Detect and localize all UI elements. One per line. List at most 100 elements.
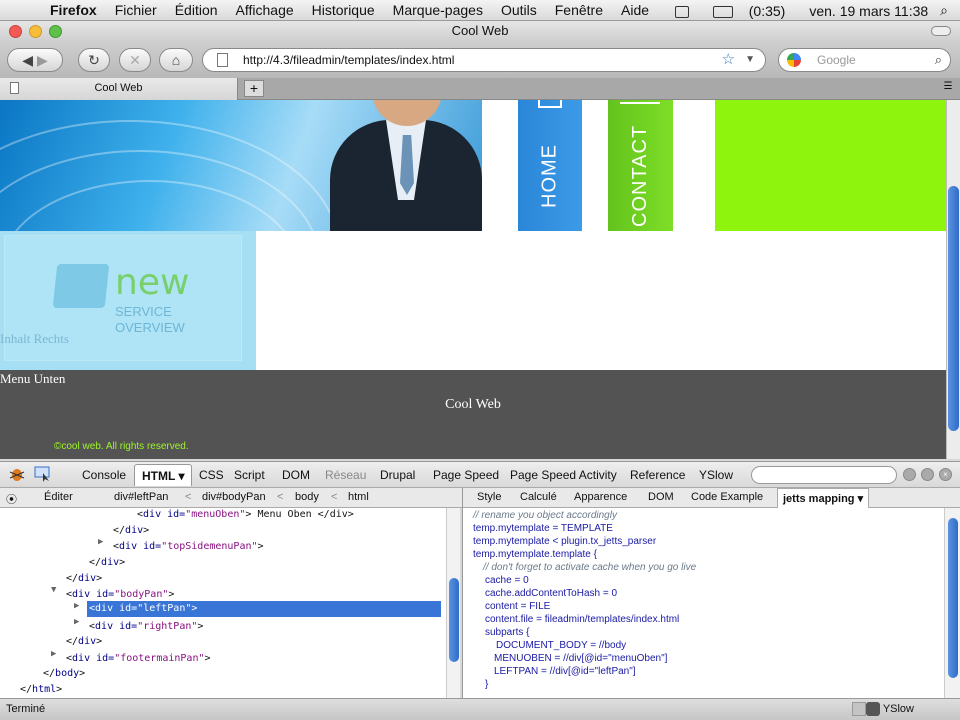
break-on-mutate-icon[interactable]: ⦿ [6, 491, 17, 507]
new-tab-button[interactable]: + [244, 80, 264, 97]
tab-console[interactable]: Console [82, 468, 126, 482]
clock[interactable]: ven. 19 mars 11:38 [809, 3, 928, 19]
toolbar-toggle-button[interactable] [931, 26, 951, 36]
side-tab-code-example[interactable]: Code Example [691, 491, 763, 503]
edit-button[interactable]: Éditer [44, 491, 73, 503]
tab-page-speed-activity[interactable]: Page Speed Activity [510, 468, 617, 482]
tab-script[interactable]: Script [234, 468, 265, 482]
tree-node-close-div[interactable]: </div> [66, 634, 102, 650]
tab-html[interactable]: HTML ▾ [134, 464, 193, 486]
home-button[interactable]: ⌂ [159, 48, 193, 72]
tree-node-footermainpan[interactable]: <div id="footermainPan"> [66, 651, 211, 667]
menu-marque-pages[interactable]: Marque-pages [393, 2, 483, 18]
tab-yslow[interactable]: YSlow [699, 468, 733, 482]
side-tab-jetts-mapping[interactable]: jetts mapping ▾ [777, 488, 870, 508]
yslow-icon[interactable] [866, 702, 880, 716]
inspect-element-icon[interactable] [34, 466, 52, 482]
code-scrollbar[interactable] [944, 508, 960, 698]
code-line: } [485, 679, 489, 690]
tree-node-menuoben[interactable]: <div id="menuOben"> Menu Oben </div> [137, 507, 354, 523]
firebug-detach-icon[interactable] [921, 468, 934, 481]
collapse-triangle-icon[interactable]: ▼ [51, 585, 56, 595]
stop-button[interactable]: ✕ [119, 48, 151, 72]
menu-app-firefox[interactable]: Firefox [50, 2, 97, 18]
firebug-search-input[interactable] [751, 466, 897, 484]
menu-fichier[interactable]: Fichier [115, 2, 157, 18]
crumb-html[interactable]: html [348, 491, 369, 503]
menu-fenetre[interactable]: Fenêtre [555, 2, 603, 18]
tab-reseau[interactable]: Réseau [325, 468, 366, 482]
tree-node-close-div[interactable]: </div> [113, 523, 149, 539]
expand-triangle-icon[interactable]: ▶ [51, 649, 56, 659]
tree-node-leftpan-selected[interactable]: <div id="leftPan"> [87, 601, 441, 617]
tab-drupal[interactable]: Drupal [380, 468, 415, 482]
firebug-close-icon[interactable]: × [939, 468, 952, 481]
firebug-minimize-icon[interactable] [903, 468, 916, 481]
menu-aide[interactable]: Aide [621, 2, 649, 18]
page-scrollbar[interactable] [946, 100, 960, 459]
tree-node-close-div[interactable]: </div> [66, 571, 102, 587]
side-tab-apparence[interactable]: Apparence [574, 491, 627, 503]
reload-button[interactable]: ↻ [78, 48, 110, 72]
url-history-dropdown-icon[interactable]: ▼ [745, 49, 755, 71]
tab-cool-web[interactable]: Cool Web [0, 78, 238, 100]
expand-triangle-icon[interactable]: ▶ [98, 537, 103, 547]
tree-node-topsidemenupan[interactable]: <div id="topSidemenuPan"> [113, 539, 264, 555]
firebug-icon[interactable] [8, 466, 26, 482]
url-bar[interactable]: http://4.3/fileadmin/templates/index.htm… [202, 48, 766, 72]
tree-node-close-body[interactable]: </body> [43, 666, 85, 682]
crumb-bodypan[interactable]: div#bodyPan [202, 491, 266, 503]
page-scrollbar-thumb[interactable] [948, 186, 959, 431]
nav-home-button[interactable]: HOME [518, 100, 582, 231]
jetts-mapping-code[interactable]: // rename you object accordingly temp.my… [462, 508, 944, 698]
tab-page-speed[interactable]: Page Speed [433, 468, 499, 482]
search-icon[interactable]: ⌕ [935, 49, 942, 71]
tree-node-rightpan[interactable]: <div id="rightPan"> [89, 619, 203, 635]
calendar-tray-icon[interactable] [674, 3, 701, 19]
minimize-window-button[interactable] [29, 25, 42, 38]
tree-scrollbar[interactable] [446, 508, 460, 698]
nav-contact-button[interactable]: CONTACT [608, 100, 673, 231]
nav-home-label[interactable]: HOME [518, 141, 582, 211]
battery-status[interactable]: (0:35) [712, 3, 797, 19]
code-scrollbar-thumb[interactable] [948, 518, 958, 678]
expand-triangle-icon[interactable]: ▶ [74, 617, 79, 627]
menu-affichage[interactable]: Affichage [236, 2, 294, 18]
left-panel: new SERVICE OVERVIEW [0, 231, 256, 370]
yslow-status-button[interactable]: YSlow [883, 703, 914, 715]
bookmark-star-icon[interactable]: ☆ [722, 49, 735, 71]
menu-outils[interactable]: Outils [501, 2, 537, 18]
firebug-status-icon[interactable] [852, 702, 866, 716]
crumb-body[interactable]: body [295, 491, 319, 503]
nav-contact-label[interactable]: CONTACT [608, 125, 673, 227]
spotlight-icon[interactable]: ⌕ [940, 2, 948, 19]
tree-node-close-html[interactable]: </html> [20, 682, 62, 698]
side-tab-dom[interactable]: DOM [648, 491, 674, 503]
google-engine-icon[interactable] [787, 53, 801, 67]
search-input[interactable]: Google ⌕ [778, 48, 951, 72]
code-line: cache.addContentToHash = 0 [485, 588, 618, 599]
tree-scrollbar-thumb[interactable] [449, 578, 459, 662]
back-arrow-icon[interactable]: ◀ [22, 52, 33, 68]
crumb-leftpan[interactable]: div#leftPan [114, 491, 168, 503]
code-line: // rename you object accordingly [473, 510, 617, 521]
zoom-window-button[interactable] [49, 25, 62, 38]
menu-historique[interactable]: Historique [312, 2, 375, 18]
tab-list-icon[interactable]: ☰ [940, 81, 956, 95]
back-forward-button[interactable]: ◀ ▶ [7, 48, 63, 72]
search-placeholder: Google [817, 53, 856, 67]
url-text[interactable]: http://4.3/fileadmin/templates/index.htm… [243, 53, 454, 67]
tab-reference[interactable]: Reference [630, 468, 685, 482]
forward-arrow-icon[interactable]: ▶ [37, 52, 48, 68]
header-banner-image [0, 100, 482, 231]
tab-css[interactable]: CSS [199, 468, 224, 482]
close-window-button[interactable] [9, 25, 22, 38]
side-tab-calcule[interactable]: Calculé [520, 491, 557, 503]
menu-unten-text: Menu Unten [0, 371, 66, 386]
tab-dom[interactable]: DOM [282, 468, 310, 482]
side-tab-style[interactable]: Style [477, 491, 501, 503]
tree-node-close-div[interactable]: </div> [89, 555, 125, 571]
menu-edition[interactable]: Édition [175, 2, 218, 18]
expand-triangle-icon[interactable]: ▶ [74, 601, 79, 611]
inhalt-rechts-text: Inhalt Rechts [0, 331, 69, 346]
